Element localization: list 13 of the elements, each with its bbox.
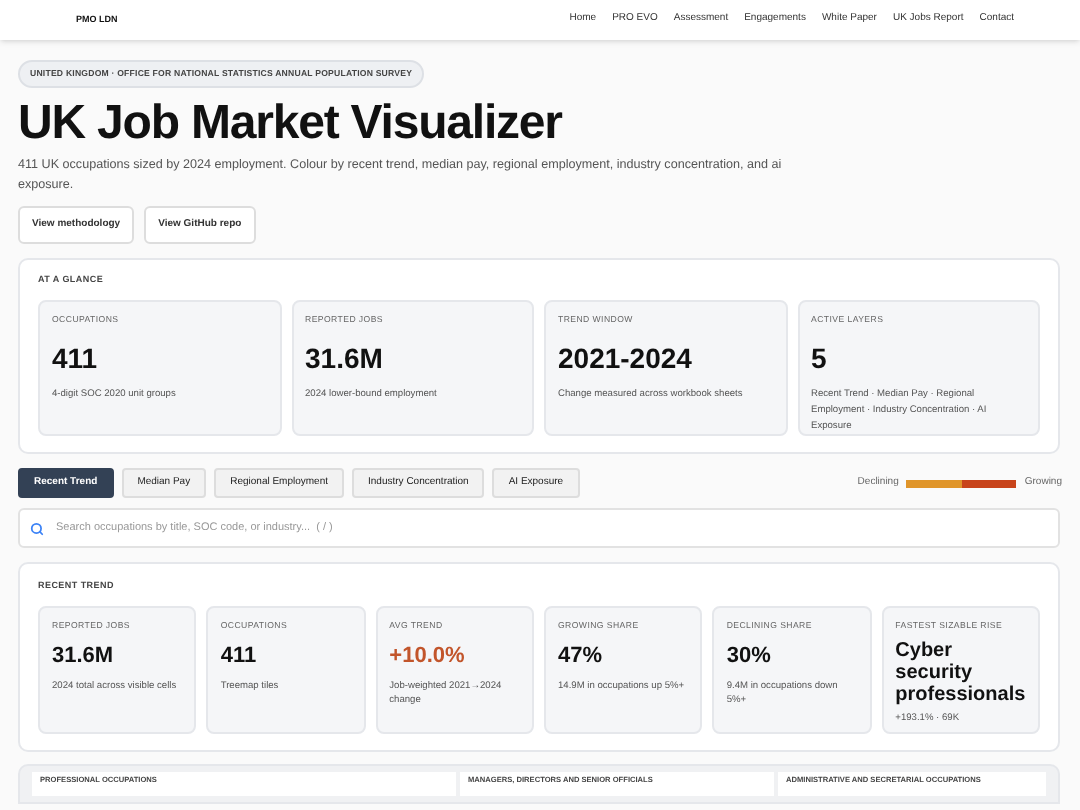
stat-value: 47% — [558, 642, 605, 673]
stat-value: 31.6M — [305, 339, 385, 378]
stat-value: 411 — [52, 339, 100, 378]
search-icon — [30, 521, 44, 536]
stat-value: +10.0% — [389, 642, 467, 673]
page-title: UK Job Market Visualizer — [18, 96, 565, 153]
stat-value: 2021-2024 — [558, 339, 694, 378]
stat-value: 5 — [811, 339, 829, 378]
stat-value: 30% — [726, 642, 773, 673]
stat-value: Cyber security professionals — [895, 640, 1026, 707]
legend-gradient — [906, 479, 1017, 488]
stat-value: 411 — [220, 642, 259, 673]
stat-value: 31.6M — [52, 642, 116, 673]
